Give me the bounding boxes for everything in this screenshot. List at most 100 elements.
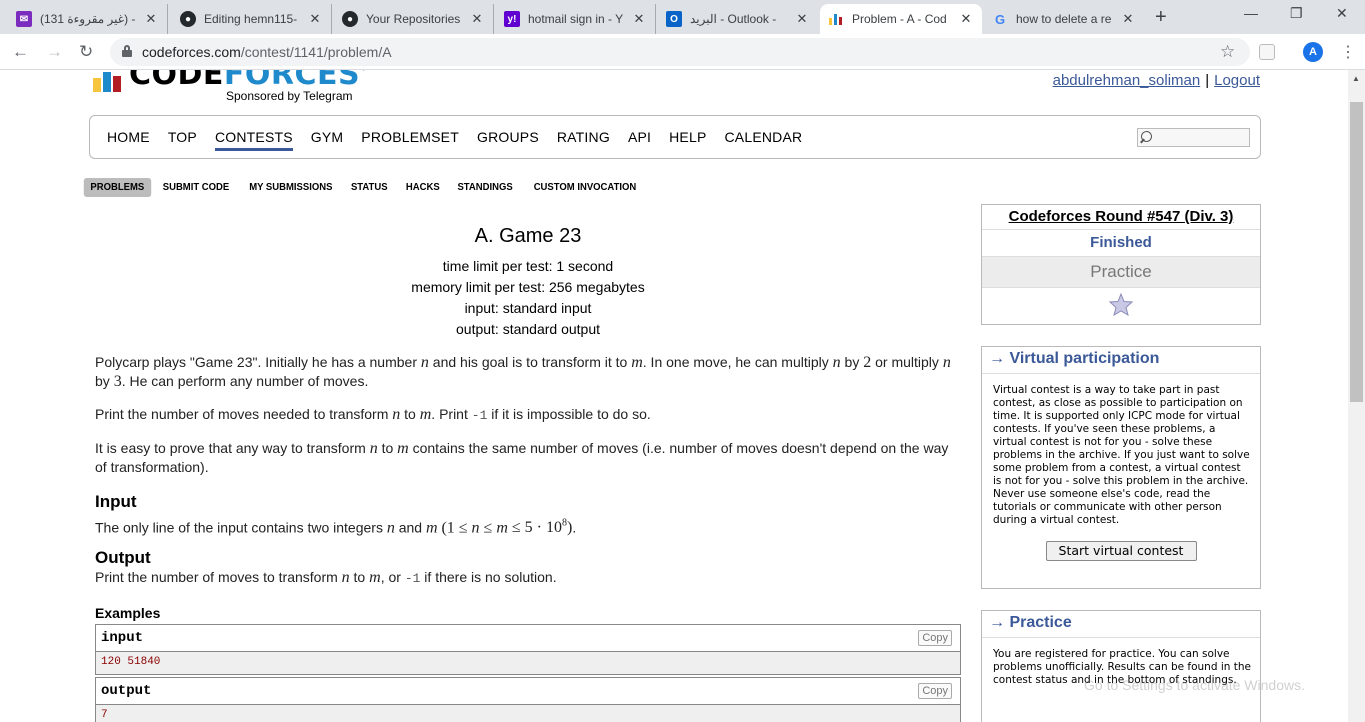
tab-github-editing[interactable]: ● Editing hemn115- ✕ (172, 4, 332, 34)
tab-yahoo[interactable]: y! hotmail sign in - Y ✕ (496, 4, 656, 34)
example-input-box: input Copy 120 51840 (95, 624, 961, 675)
tab-codeforces[interactable]: Problem - A - Cod ✕ (820, 4, 982, 34)
window-close-icon[interactable]: ✕ (1336, 5, 1348, 22)
submenu-custom-invocation[interactable]: CUSTOM INVOCATION (533, 182, 636, 193)
statement-paragraph-3: It is easy to prove that any way to tran… (95, 440, 949, 475)
menu-rating[interactable]: RATING (557, 129, 610, 151)
profile-avatar[interactable]: A (1303, 42, 1323, 62)
tab-mail[interactable]: ✉ (131 غير مقروءة) - ✕ (8, 4, 168, 34)
minimize-icon[interactable]: — (1244, 5, 1258, 21)
submenu-my-submissions[interactable]: MY SUBMISSIONS (249, 182, 332, 193)
memory-limit: memory limit per test: 256 megabytes (411, 279, 645, 295)
new-tab-icon[interactable]: + (1155, 6, 1167, 29)
close-icon[interactable]: ✕ (631, 11, 647, 27)
menu-gym[interactable]: GYM (311, 129, 344, 151)
output-heading: Output (95, 548, 151, 567)
outlook-icon: O (666, 11, 682, 27)
time-limit: time limit per test: 1 second (442, 258, 614, 274)
close-icon[interactable]: ✕ (1120, 11, 1136, 27)
input-heading: Input (95, 492, 137, 511)
virtual-text: Virtual contest is a way to take part in… (993, 384, 1250, 526)
input-spec: input: standard input (464, 300, 592, 316)
example-input-label: input (101, 630, 144, 646)
copy-output-button[interactable]: Copy (918, 683, 952, 699)
windows-activation-watermark: Go to Settings to activate Windows. (1084, 677, 1305, 693)
close-icon[interactable]: ✕ (958, 11, 974, 27)
url-path: /contest/1141/problem/A (240, 44, 392, 60)
logo-beta: β (362, 70, 369, 71)
main-menu: HOME TOP CONTESTS GYM PROBLEMSET GROUPS … (89, 115, 1261, 159)
username-link[interactable]: abdulrehman_soliman (1053, 72, 1201, 89)
example-output-box: output Copy 7 (95, 677, 961, 722)
bookmark-star-icon[interactable]: ☆ (1220, 42, 1235, 62)
address-bar: ← → ↻ codeforces.com/contest/1141/proble… (0, 34, 1365, 70)
examples-heading: Examples (95, 605, 161, 621)
scroll-up-icon[interactable]: ▲ (1352, 74, 1360, 83)
input-paragraph: The only line of the input contains two … (95, 518, 577, 537)
separator: | (1205, 72, 1210, 89)
url-field[interactable]: codeforces.com/contest/1141/problem/A ☆ (110, 38, 1250, 66)
close-icon[interactable]: ✕ (469, 11, 485, 27)
scrollbar-thumb[interactable] (1350, 102, 1363, 402)
round-box: Codeforces Round #547 (Div. 3) Finished … (981, 204, 1261, 325)
menu-api[interactable]: API (628, 129, 651, 151)
yahoo-icon: y! (504, 11, 520, 27)
problem-title: A. Game 23 (474, 225, 582, 247)
output-paragraph: Print the number of moves to transform n… (95, 569, 557, 586)
menu-problemset[interactable]: PROBLEMSET (361, 129, 459, 151)
back-icon[interactable]: ← (12, 42, 29, 62)
example-input-value: 120 51840 (101, 656, 161, 668)
contest-submenu: PROBLEMS SUBMIT CODE MY SUBMISSIONS STAT… (82, 178, 654, 197)
round-status: Finished (982, 230, 1260, 257)
practice-caption[interactable]: → Practice (982, 611, 1260, 638)
virtual-caption[interactable]: → Virtual participation (982, 347, 1260, 374)
extension-icon[interactable] (1259, 44, 1275, 60)
menu-help[interactable]: HELP (669, 129, 706, 151)
menu-top[interactable]: TOP (168, 129, 197, 151)
lock-icon (122, 45, 132, 57)
logout-link[interactable]: Logout (1214, 72, 1260, 89)
tab-google[interactable]: G how to delete a re ✕ (984, 4, 1144, 34)
google-icon: G (994, 11, 1006, 27)
menu-groups[interactable]: GROUPS (477, 129, 539, 151)
close-icon[interactable]: ✕ (143, 11, 159, 27)
practice-box: → Practice You are registered for practi… (981, 610, 1261, 722)
tab-github-repos[interactable]: ● Your Repositories ✕ (334, 4, 494, 34)
mail-icon: ✉ (16, 11, 32, 27)
close-icon[interactable]: ✕ (794, 11, 810, 27)
logo-text-code: CODE (129, 70, 224, 92)
output-spec: output: standard output (456, 321, 600, 337)
example-output-value: 7 (101, 709, 108, 721)
github-icon: ● (342, 11, 358, 27)
forward-icon[interactable]: → (46, 42, 63, 62)
menu-contests[interactable]: CONTESTS (214, 129, 293, 151)
virtual-participation-box: → Virtual participation Virtual contest … (981, 346, 1261, 589)
github-icon: ● (180, 11, 196, 27)
example-output-label: output (101, 683, 152, 699)
codeforces-icon (828, 11, 844, 27)
menu-kebab-icon[interactable]: ⋮ (1340, 42, 1356, 62)
logo-bars-icon (93, 72, 121, 92)
close-icon[interactable]: ✕ (307, 11, 323, 27)
favourite-star-icon[interactable] (982, 288, 1260, 324)
menu-home[interactable]: HOME (107, 129, 150, 151)
start-virtual-contest-button[interactable]: Start virtual contest (1045, 541, 1197, 561)
submenu-hacks[interactable]: HACKS (406, 182, 440, 193)
sponsor-text: Sponsored by Telegram (226, 89, 353, 103)
tab-outlook[interactable]: O البريد - Outlook - ✕ (658, 4, 818, 34)
menu-calendar[interactable]: CALENDAR (724, 129, 802, 151)
submenu-submit-code[interactable]: SUBMIT CODE (162, 182, 229, 193)
user-box: abdulrehman_soliman | Logout (1053, 72, 1260, 89)
search-input[interactable] (1137, 128, 1250, 147)
statement-paragraph-1: Polycarp plays "Game 23". Initially he h… (95, 354, 951, 390)
page-content: CODEFORCESβ Sponsored by Telegram abdulr… (0, 70, 1348, 722)
submenu-problems[interactable]: PROBLEMS (83, 178, 151, 197)
browser-tab-bar: ✉ (131 غير مقروءة) - ✕ ● Editing hemn115… (0, 0, 1365, 34)
reload-icon[interactable]: ↻ (79, 42, 93, 62)
copy-input-button[interactable]: Copy (918, 630, 952, 646)
submenu-standings[interactable]: STANDINGS (458, 182, 513, 193)
page-scrollbar[interactable]: ▲ (1348, 70, 1365, 722)
round-title-link[interactable]: Codeforces Round #547 (Div. 3) (1009, 208, 1234, 225)
submenu-status[interactable]: STATUS (351, 182, 388, 193)
restore-icon[interactable]: ❐ (1290, 5, 1303, 22)
